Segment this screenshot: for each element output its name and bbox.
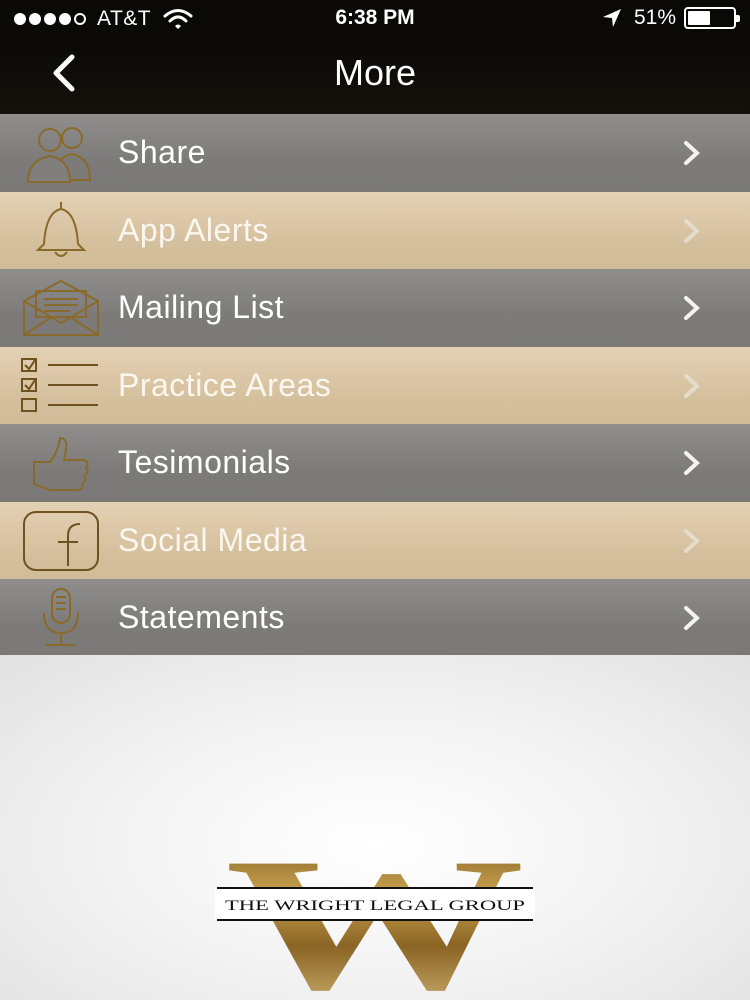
battery-percent: 51%: [633, 6, 676, 29]
right-status: 51%: [602, 6, 740, 30]
menu-item-share[interactable]: Share: [0, 114, 750, 192]
envelope-icon: [23, 279, 99, 336]
menu-item-statements[interactable]: Statements: [0, 579, 750, 657]
facebook-icon: [23, 510, 99, 571]
menu-item-mailing-list[interactable]: Mailing List: [0, 269, 750, 347]
battery-icon: [684, 7, 740, 29]
company-logo: W THE WRIGHT LEGAL GROUP: [215, 850, 535, 995]
chevron-right-icon: [684, 296, 700, 320]
menu-item-label: Social Media: [118, 521, 308, 558]
microphone-icon: [43, 588, 79, 646]
menu-item-label: Statements: [118, 599, 285, 636]
more-menu-list: Share App Alerts Mailing List Practice A…: [0, 114, 750, 657]
chevron-right-icon: [684, 373, 700, 398]
battery-nub: [736, 15, 740, 22]
chevron-right-icon: [684, 218, 700, 243]
thumbs-up-icon: [33, 436, 89, 491]
chevron-right-icon: [684, 528, 700, 553]
checklist-icon: [21, 357, 98, 412]
menu-item-social-media[interactable]: Social Media: [0, 501, 750, 579]
menu-item-label: Practice Areas: [118, 366, 332, 403]
chevron-right-icon: [684, 606, 700, 630]
menu-item-label: Tesimonials: [118, 444, 291, 481]
battery-fill: [688, 11, 710, 25]
menu-item-label: Share: [118, 134, 206, 171]
people-icon: [26, 127, 92, 183]
chevron-right-icon: [684, 451, 700, 475]
logo-name: THE WRIGHT LEGAL GROUP: [225, 898, 525, 914]
status-bar: AT&T 6:38 PM 51%: [0, 0, 750, 36]
footer-background: W THE WRIGHT LEGAL GROUP: [0, 655, 750, 1000]
menu-item-label: App Alerts: [118, 211, 269, 248]
bell-icon: [35, 201, 87, 257]
menu-item-app-alerts[interactable]: App Alerts: [0, 191, 750, 269]
menu-item-practice-areas[interactable]: Practice Areas: [0, 346, 750, 424]
menu-item-testimonials[interactable]: Tesimonials: [0, 424, 750, 502]
logo-monogram: W: [225, 850, 525, 995]
navigation-bar: More: [0, 36, 750, 114]
location-arrow-icon: [602, 9, 621, 27]
menu-item-label: Mailing List: [118, 289, 285, 326]
page-title: More: [333, 52, 417, 93]
chevron-right-icon: [684, 141, 700, 165]
